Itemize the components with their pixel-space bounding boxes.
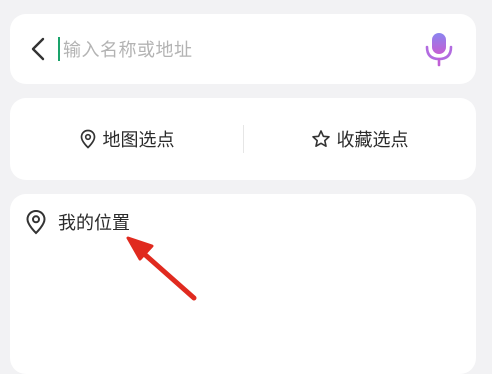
select-options: 地图选点 收藏选点 bbox=[10, 98, 476, 180]
favorite-select-button[interactable]: 收藏选点 bbox=[243, 98, 476, 180]
map-select-button[interactable]: 地图选点 bbox=[10, 98, 243, 180]
map-pin-icon bbox=[80, 129, 95, 149]
chevron-left-icon bbox=[31, 37, 45, 61]
favorite-select-label: 收藏选点 bbox=[336, 130, 409, 151]
search-bar: 输入名称或地址 bbox=[10, 14, 476, 84]
map-select-label: 地图选点 bbox=[102, 130, 175, 151]
microphone-icon bbox=[425, 33, 453, 67]
my-location-label: 我的位置 bbox=[58, 213, 130, 234]
search-input[interactable]: 输入名称或地址 bbox=[58, 34, 408, 64]
voice-input-button[interactable] bbox=[422, 30, 456, 68]
back-button[interactable] bbox=[24, 34, 54, 64]
search-placeholder: 输入名称或地址 bbox=[63, 40, 193, 61]
star-icon bbox=[311, 130, 330, 148]
my-location-item[interactable]: 我的位置 bbox=[24, 206, 324, 238]
location-list: 我的位置 bbox=[10, 194, 476, 374]
text-cursor bbox=[58, 37, 60, 61]
map-pin-icon bbox=[26, 209, 46, 235]
